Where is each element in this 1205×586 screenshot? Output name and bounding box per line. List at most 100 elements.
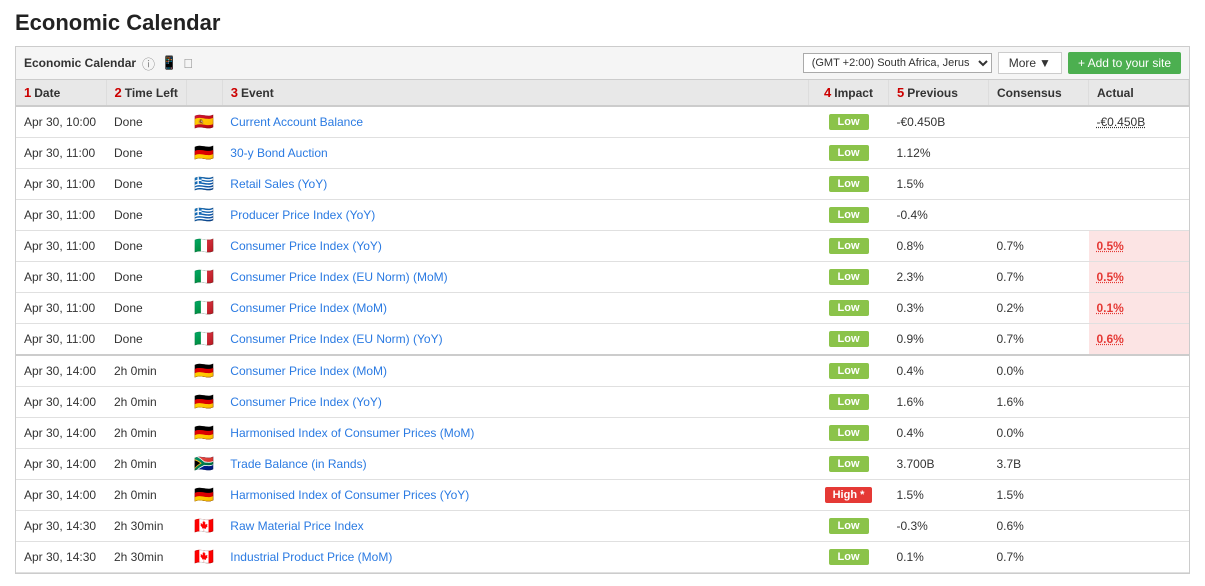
toolbar: Economic Calendar ⓘ 📱  (GMT +2:00) Sout…: [15, 46, 1190, 80]
timezone-select[interactable]: (GMT +2:00) South Africa, Jerus: [803, 53, 992, 73]
impact-badge: Low: [829, 456, 869, 472]
toolbar-left: Economic Calendar ⓘ 📱 : [24, 54, 193, 73]
cell-consensus: 0.6%: [989, 511, 1089, 542]
cell-event[interactable]: Harmonised Index of Consumer Prices (YoY…: [222, 480, 808, 511]
cell-date: Apr 30, 11:00: [16, 262, 106, 293]
cell-previous: -0.3%: [889, 511, 989, 542]
cell-impact: High *: [809, 480, 889, 511]
col-header-time-left: 2Time Left: [106, 80, 186, 106]
cell-impact: Low: [809, 200, 889, 231]
cell-time-left: Done: [106, 231, 186, 262]
col-header-previous: 5Previous: [889, 80, 989, 106]
col-header-date: 1Date: [16, 80, 106, 106]
cell-actual: [1089, 511, 1189, 542]
cell-date: Apr 30, 11:00: [16, 293, 106, 324]
cell-date: Apr 30, 14:00: [16, 387, 106, 418]
apple-icon[interactable]: : [183, 56, 193, 71]
cell-impact: Low: [809, 231, 889, 262]
table-row: Apr 30, 14:002h 0min🇩🇪Consumer Price Ind…: [16, 387, 1189, 418]
android-icon[interactable]: 📱: [161, 55, 177, 71]
cell-previous: 0.8%: [889, 231, 989, 262]
cell-event[interactable]: Consumer Price Index (YoY): [222, 387, 808, 418]
impact-badge: Low: [829, 518, 869, 534]
impact-badge: Low: [829, 394, 869, 410]
cell-flag: 🇨🇦: [186, 511, 222, 542]
cell-time-left: Done: [106, 293, 186, 324]
cell-consensus: [989, 169, 1089, 200]
cell-impact: Low: [809, 324, 889, 356]
impact-badge: Low: [829, 269, 869, 285]
table-row: Apr 30, 11:00Done🇬🇷Producer Price Index …: [16, 200, 1189, 231]
cell-previous: 0.9%: [889, 324, 989, 356]
impact-badge: Low: [829, 145, 869, 161]
cell-event[interactable]: Consumer Price Index (YoY): [222, 231, 808, 262]
cell-flag: 🇬🇷: [186, 169, 222, 200]
cell-flag: 🇮🇹: [186, 293, 222, 324]
cell-flag: 🇮🇹: [186, 324, 222, 356]
cell-date: Apr 30, 14:30: [16, 542, 106, 573]
cell-time-left: 2h 30min: [106, 511, 186, 542]
impact-badge: Low: [829, 300, 869, 316]
cell-time-left: Done: [106, 138, 186, 169]
cell-time-left: Done: [106, 200, 186, 231]
table-row: Apr 30, 14:002h 0min🇩🇪Consumer Price Ind…: [16, 355, 1189, 387]
cell-consensus: 1.5%: [989, 480, 1089, 511]
cell-time-left: 2h 30min: [106, 542, 186, 573]
cell-flag: 🇿🇦: [186, 449, 222, 480]
cell-time-left: Done: [106, 106, 186, 138]
impact-badge: High *: [825, 487, 873, 503]
cell-actual: 0.1%: [1089, 293, 1189, 324]
cell-actual: [1089, 169, 1189, 200]
cell-event[interactable]: Raw Material Price Index: [222, 511, 808, 542]
cell-consensus: [989, 138, 1089, 169]
cell-event[interactable]: Trade Balance (in Rands): [222, 449, 808, 480]
cell-impact: Low: [809, 262, 889, 293]
help-icon[interactable]: ⓘ: [142, 54, 155, 73]
cell-event[interactable]: Producer Price Index (YoY): [222, 200, 808, 231]
cell-consensus: 3.7B: [989, 449, 1089, 480]
cell-actual: [1089, 200, 1189, 231]
cell-event[interactable]: Consumer Price Index (EU Norm) (MoM): [222, 262, 808, 293]
cell-event[interactable]: Industrial Product Price (MoM): [222, 542, 808, 573]
cell-actual: [1089, 449, 1189, 480]
cell-actual: [1089, 542, 1189, 573]
cell-event[interactable]: 30-y Bond Auction: [222, 138, 808, 169]
impact-badge: Low: [829, 331, 869, 347]
table-row: Apr 30, 11:00Done🇮🇹Consumer Price Index …: [16, 324, 1189, 356]
cell-actual: [1089, 418, 1189, 449]
table-header-row: 1Date 2Time Left 3Event 4Impact 5Previou…: [16, 80, 1189, 106]
toolbar-right: (GMT +2:00) South Africa, Jerus More ▼ +…: [803, 52, 1181, 74]
cell-impact: Low: [809, 449, 889, 480]
cell-event[interactable]: Current Account Balance: [222, 106, 808, 138]
cell-actual: 0.5%: [1089, 262, 1189, 293]
table-body: Apr 30, 10:00Done🇪🇸Current Account Balan…: [16, 106, 1189, 573]
cell-flag: 🇮🇹: [186, 262, 222, 293]
cell-previous: -0.4%: [889, 200, 989, 231]
cell-previous: 1.5%: [889, 480, 989, 511]
cell-flag: 🇩🇪: [186, 418, 222, 449]
add-to-site-button[interactable]: + Add to your site: [1068, 52, 1181, 74]
cell-event[interactable]: Consumer Price Index (MoM): [222, 355, 808, 387]
cell-event[interactable]: Consumer Price Index (EU Norm) (YoY): [222, 324, 808, 356]
cell-previous: 1.12%: [889, 138, 989, 169]
table-container: 1Date 2Time Left 3Event 4Impact 5Previou…: [15, 80, 1190, 574]
more-button[interactable]: More ▼: [998, 52, 1062, 74]
cell-event[interactable]: Consumer Price Index (MoM): [222, 293, 808, 324]
economic-calendar-table: 1Date 2Time Left 3Event 4Impact 5Previou…: [16, 80, 1189, 573]
cell-time-left: 2h 0min: [106, 480, 186, 511]
cell-flag: 🇩🇪: [186, 138, 222, 169]
cell-flag: 🇪🇸: [186, 106, 222, 138]
cell-actual: [1089, 138, 1189, 169]
table-row: Apr 30, 11:00Done🇩🇪30-y Bond AuctionLow1…: [16, 138, 1189, 169]
cell-actual: [1089, 480, 1189, 511]
cell-date: Apr 30, 11:00: [16, 324, 106, 356]
cell-actual: 0.6%: [1089, 324, 1189, 356]
cell-consensus: [989, 106, 1089, 138]
cell-event[interactable]: Harmonised Index of Consumer Prices (MoM…: [222, 418, 808, 449]
cell-consensus: 0.0%: [989, 418, 1089, 449]
page-wrapper: Economic Calendar Economic Calendar ⓘ 📱 …: [0, 0, 1205, 584]
cell-event[interactable]: Retail Sales (YoY): [222, 169, 808, 200]
cell-impact: Low: [809, 169, 889, 200]
cell-previous: 0.4%: [889, 418, 989, 449]
col-header-consensus: Consensus: [989, 80, 1089, 106]
